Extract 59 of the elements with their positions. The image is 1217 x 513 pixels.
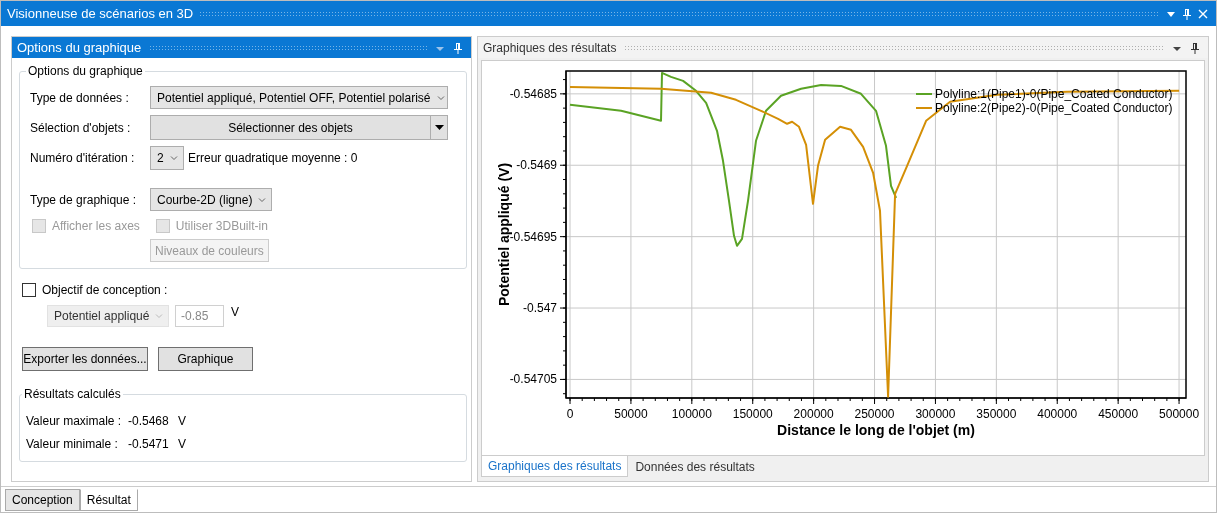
result-value: -0.5471 [128, 437, 170, 451]
field-label: Type de graphique : [30, 192, 138, 207]
caret-icon [434, 125, 444, 130]
tick-label: 150000 [732, 407, 773, 421]
iteration-dropdown[interactable]: 2 [150, 146, 184, 170]
objective-type-dropdown[interactable]: Potentiel appliqué [47, 305, 169, 327]
field-label: Type de données : [30, 90, 130, 105]
tick-label: 250000 [854, 407, 895, 421]
chart-type-dropdown[interactable]: Courbe-2D (ligne) [150, 188, 272, 211]
tick-label: 350000 [976, 407, 1017, 421]
chevron-icon [258, 196, 267, 203]
checkbox-label: Objectif de conception : [42, 283, 168, 297]
result-value: -0.5468 [128, 414, 170, 428]
result-label: Valeur minimale : [26, 437, 119, 451]
window-title: Visionneuse de scénarios en 3D [7, 6, 194, 21]
tab[interactable]: Données des résultats [628, 456, 762, 477]
tick-label: 450000 [1098, 407, 1139, 421]
group-title: Résultats calculés [23, 387, 122, 401]
tick-label: -0.5469 [516, 158, 557, 173]
pin-icon[interactable] [1190, 41, 1200, 54]
panel-title: Options du graphique [17, 40, 142, 55]
field-label: Numéro d'itération : [30, 151, 136, 165]
tick-label: 0 [566, 407, 574, 421]
tick-label: 500000 [1159, 407, 1200, 421]
tick-label: -0.547 [522, 301, 557, 316]
tab[interactable]: Résultat [79, 489, 138, 511]
select-objects-button[interactable]: Sélectionner des objets [150, 115, 431, 140]
error-text: Erreur quadratique moyenne : 0 [188, 151, 358, 165]
tick-label: 400000 [1037, 407, 1078, 421]
checkbox-label: Utiliser 3DBuilt-in [175, 219, 268, 233]
unit-label: V [231, 305, 239, 319]
checkbox-label: Afficher les axes [52, 219, 140, 233]
action-button[interactable]: Graphique [158, 347, 253, 371]
field-label: Sélection d'objets : [30, 120, 132, 135]
dropdown-button[interactable] [431, 115, 448, 140]
tick-label: 200000 [793, 407, 834, 421]
tick-label: 100000 [671, 407, 712, 421]
unit-label: V [178, 414, 186, 428]
tab[interactable]: Conception [5, 489, 80, 511]
result-label: Valeur maximale : [26, 414, 123, 428]
axis-title: Potentiel appliqué (V) [496, 162, 512, 307]
tab[interactable]: Graphiques des résultats [481, 456, 629, 477]
tick-label: -0.54685 [509, 86, 557, 101]
data-type-dropdown[interactable]: Potentiel appliqué, Potentiel OFF, Potentiel polarisé [150, 86, 448, 109]
target-value-field[interactable]: -0.85 [175, 305, 224, 327]
panel-title: Graphiques des résultats [483, 40, 617, 55]
action-button[interactable]: Exporter les données... [22, 347, 148, 371]
unit-label: V [178, 437, 186, 451]
checkbox[interactable] [22, 283, 36, 297]
tick-label: -0.54705 [509, 372, 557, 387]
chevron-icon [169, 155, 178, 161]
close-icon[interactable] [1198, 8, 1208, 19]
tick-label: 300000 [915, 407, 956, 421]
group-title: Options du graphique [27, 64, 144, 78]
tick-label: 50000 [614, 407, 648, 421]
chevron-icon [436, 94, 445, 101]
tick-label: -0.54695 [509, 229, 557, 244]
chevron-icon [155, 313, 164, 319]
axis-title: Distance le long de l'objet (m) [777, 422, 975, 438]
